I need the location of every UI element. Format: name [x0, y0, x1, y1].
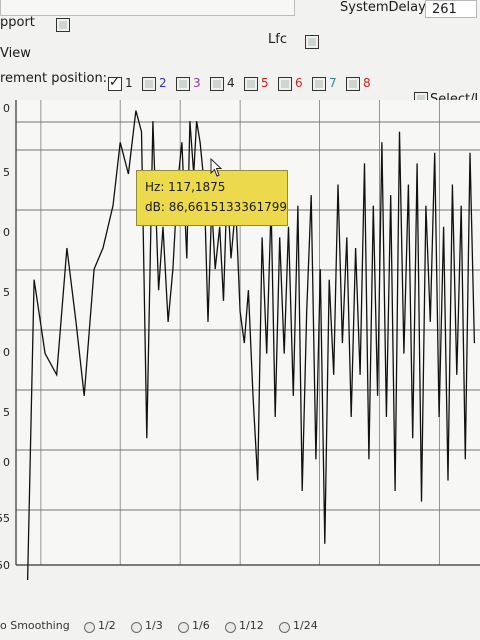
mouse-pointer-icon — [210, 158, 223, 177]
x-tick-label: 500 — [309, 578, 330, 580]
measurement-position-label: rement position: — [0, 71, 108, 86]
system-delay-label: SystemDelay — [340, 0, 426, 15]
position-checkbox-2[interactable] — [142, 77, 156, 91]
position-number-8: 8 — [363, 76, 371, 90]
support-checkbox[interactable] — [56, 18, 70, 32]
x-tick-label: 50 — [113, 578, 127, 580]
y-tick-label: 5 — [3, 166, 10, 179]
no-smoothing-label: o Smoothing — [0, 619, 70, 632]
position-checkbox-6[interactable] — [278, 77, 292, 91]
smoothing-radio-4[interactable] — [225, 622, 236, 633]
smoothing-radio-3[interactable] — [178, 622, 189, 633]
position-checkbox-4[interactable] — [210, 77, 224, 91]
smoothing-option-label: 1/3 — [145, 619, 163, 632]
position-number-4: 4 — [227, 76, 235, 90]
position-number-2: 2 — [159, 76, 167, 90]
position-checkbox-1[interactable] — [108, 75, 122, 91]
y-tick-label: 5 — [3, 286, 10, 299]
position-number-3: 3 — [193, 76, 201, 90]
smoothing-option-label: 1/12 — [239, 619, 264, 632]
y-tick-label: 0 — [3, 346, 10, 359]
view-label: View — [0, 46, 31, 61]
position-number-7: 7 — [329, 76, 337, 90]
y-tick-label: 50 — [0, 559, 10, 572]
smoothing-option-label: 1/6 — [192, 619, 210, 632]
smoothing-radio-5[interactable] — [279, 622, 290, 633]
y-tick-label: 5 — [3, 406, 10, 419]
y-tick-label: 0 — [3, 456, 10, 469]
smoothing-radio-1[interactable] — [84, 622, 95, 633]
y-tick-label: 0 — [3, 102, 10, 115]
smoothing-options: o Smoothing 1/2 1/3 1/6 1/12 1/24 — [0, 619, 480, 635]
x-tick-label: 200 — [230, 578, 251, 580]
position-checkbox-5[interactable] — [244, 77, 258, 91]
y-tick-label: 55 — [0, 512, 10, 525]
smoothing-radio-2[interactable] — [131, 622, 142, 633]
options-panel-frame — [0, 0, 295, 16]
position-checkbox-3[interactable] — [176, 77, 190, 91]
x-tick-label: 1000 — [365, 578, 393, 580]
cursor-tooltip: Hz: 117,1875 dB: 86,6615133361799 — [136, 170, 288, 226]
x-tick-label: 100 — [170, 578, 191, 580]
x-axis-ticks: 20 50 100 200 500 1000 2000 — [34, 578, 453, 580]
position-checkbox-8[interactable] — [346, 77, 360, 91]
tooltip-hz: Hz: 117,1875 — [145, 180, 226, 194]
smoothing-option-label: 1/24 — [293, 619, 318, 632]
x-tick-label: 20 — [34, 578, 48, 580]
smoothing-option-label: 1/2 — [98, 619, 116, 632]
tooltip-db: dB: 86,6615133361799 — [145, 200, 288, 214]
y-tick-label: 0 — [3, 226, 10, 239]
lfc-label: Lfc — [268, 32, 287, 47]
position-checkbox-7[interactable] — [312, 77, 326, 91]
position-number-5: 5 — [261, 76, 269, 90]
system-delay-input[interactable]: 261 — [425, 0, 477, 18]
lfc-checkbox[interactable] — [305, 35, 319, 49]
y-axis-ticks: 05050505550 — [0, 102, 10, 572]
position-number-1: 1 — [125, 76, 133, 90]
x-tick-label: 2000 — [425, 578, 453, 580]
position-number-6: 6 — [295, 76, 303, 90]
support-label: pport — [0, 15, 35, 30]
